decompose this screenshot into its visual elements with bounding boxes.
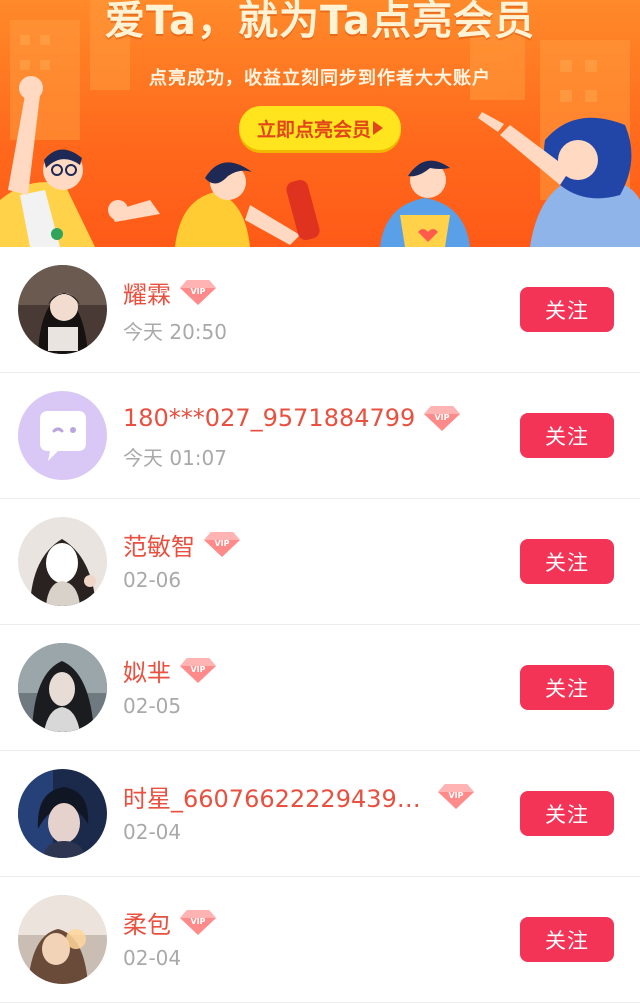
timestamp: 今天 01:07: [123, 446, 227, 470]
svg-text:VIP: VIP: [435, 413, 450, 422]
promo-banner: 爱Ta，就为Ta点亮会员 点亮成功，收益立刻同步到作者大大账户 立即点亮会员: [0, 0, 640, 247]
avatar[interactable]: [18, 517, 107, 606]
svg-text:VIP: VIP: [190, 665, 205, 674]
follow-button-label: 关注: [545, 928, 589, 953]
avatar[interactable]: [18, 265, 107, 354]
user-name[interactable]: 时星_66076622229439…: [123, 779, 421, 814]
play-arrow-icon: [373, 121, 383, 135]
svg-text:VIP: VIP: [214, 539, 229, 548]
follow-button[interactable]: 关注: [520, 413, 614, 458]
user-name[interactable]: 耀霖: [123, 275, 171, 310]
vip-diamond-icon: VIP: [424, 406, 461, 431]
follow-button[interactable]: 关注: [520, 539, 614, 584]
svg-text:VIP: VIP: [190, 287, 205, 296]
follow-button[interactable]: 关注: [520, 665, 614, 710]
follow-button-label: 关注: [545, 802, 589, 827]
vip-diamond-icon: VIP: [180, 910, 216, 935]
timestamp: 02-04: [123, 820, 182, 844]
follow-button-label: 关注: [545, 298, 589, 323]
avatar[interactable]: [18, 769, 107, 858]
member-list: 耀霖 VIP 今天 20:50 关注 180***027_9571884799: [0, 247, 640, 1003]
timestamp: 02-05: [123, 694, 182, 718]
follow-button[interactable]: 关注: [520, 917, 614, 962]
timestamp: 02-04: [123, 946, 182, 970]
vip-diamond-icon: VIP: [204, 532, 240, 557]
timestamp: 02-06: [123, 568, 182, 592]
follow-button[interactable]: 关注: [520, 791, 614, 836]
list-item[interactable]: 姒芈 VIP 02-05 关注: [0, 625, 640, 751]
activate-membership-button[interactable]: 立即点亮会员: [239, 106, 401, 150]
svg-text:VIP: VIP: [448, 791, 463, 800]
banner-subtitle: 点亮成功，收益立刻同步到作者大大账户: [149, 68, 491, 89]
list-item[interactable]: 时星_66076622229439… VIP 02-04 关注: [0, 751, 640, 877]
list-item[interactable]: 柔包 VIP 02-04 关注: [0, 877, 640, 1003]
list-item[interactable]: 180***027_9571884799 VIP 今天 01:07 关注: [0, 373, 640, 499]
follow-button-label: 关注: [545, 676, 589, 701]
vip-diamond-icon: VIP: [180, 658, 216, 683]
user-name[interactable]: 柔包: [123, 905, 171, 940]
avatar[interactable]: [18, 895, 107, 984]
follow-button-label: 关注: [545, 424, 589, 449]
follow-button[interactable]: 关注: [520, 287, 614, 332]
follow-button-label: 关注: [545, 550, 589, 575]
user-name[interactable]: 姒芈: [123, 653, 171, 688]
banner-title: 爱Ta，就为Ta点亮会员: [104, 0, 536, 44]
avatar[interactable]: [18, 391, 107, 480]
avatar[interactable]: [18, 643, 107, 732]
user-name[interactable]: 180***027_9571884799: [123, 404, 415, 432]
list-item[interactable]: 耀霖 VIP 今天 20:50 关注: [0, 247, 640, 373]
svg-text:VIP: VIP: [190, 917, 205, 926]
user-name[interactable]: 范敏智: [123, 527, 195, 562]
vip-diamond-icon: VIP: [437, 784, 474, 809]
list-item[interactable]: 范敏智 VIP 02-06 关注: [0, 499, 640, 625]
activate-membership-label: 立即点亮会员: [256, 118, 371, 141]
vip-diamond-icon: VIP: [180, 280, 216, 305]
timestamp: 今天 20:50: [123, 320, 227, 344]
